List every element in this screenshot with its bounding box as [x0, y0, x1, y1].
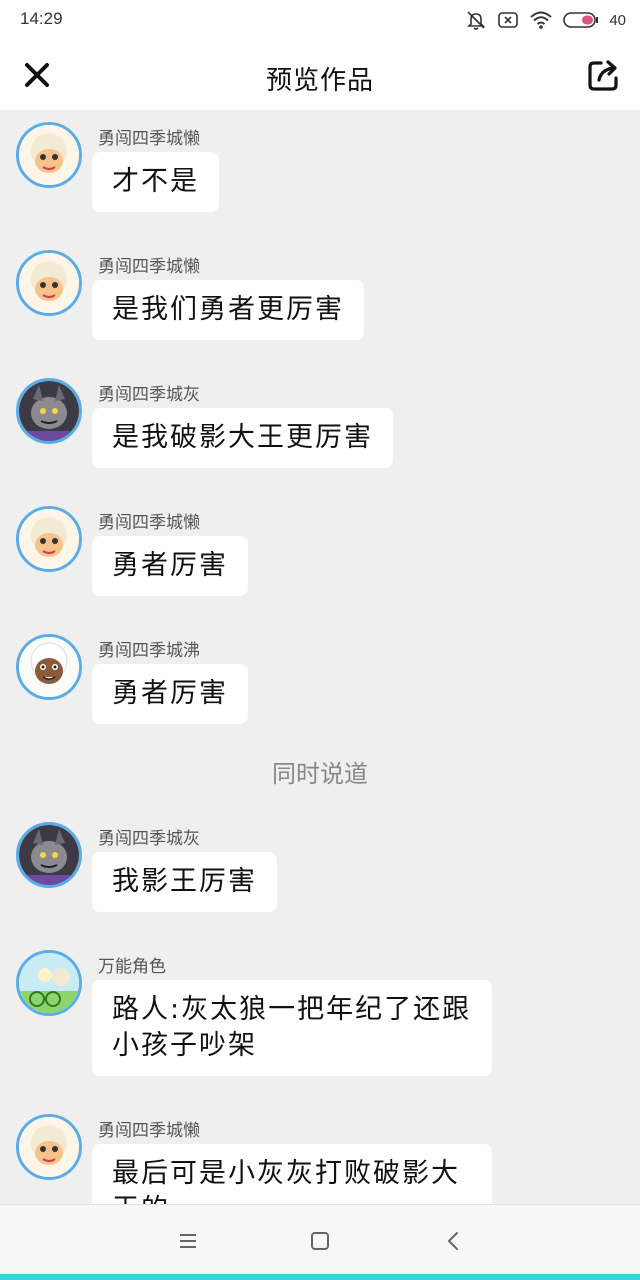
status-bar: 14:29 40 — [0, 0, 640, 40]
message-bubble[interactable]: 是我破影大王更厉害 — [92, 408, 393, 468]
status-icons: 40 — [465, 8, 626, 32]
menu-icon[interactable] — [176, 1229, 200, 1253]
back-icon[interactable] — [442, 1229, 466, 1253]
sender-name: 勇闯四季城懒 — [98, 1121, 200, 1141]
simultaneous-divider: 同时说道 — [272, 760, 368, 788]
battery-level: 40 — [609, 11, 626, 29]
fit-sheep-avatar[interactable] — [16, 634, 82, 700]
wifi-icon — [529, 10, 553, 30]
lazy-sheep-avatar[interactable] — [16, 250, 82, 316]
lazy-sheep-avatar[interactable] — [16, 506, 82, 572]
grey-wolf-avatar[interactable] — [16, 822, 82, 888]
battery-icon — [563, 11, 599, 29]
share-button[interactable] — [586, 57, 622, 93]
share-icon — [588, 60, 618, 91]
sender-name: 万能角色 — [98, 957, 166, 977]
home-icon[interactable] — [308, 1229, 332, 1253]
bell-muted-icon — [465, 9, 487, 31]
message-bubble[interactable]: 我影王厉害 — [92, 852, 277, 912]
sender-name: 勇闯四季城灰 — [98, 385, 200, 405]
bottom-accent-bar — [0, 1274, 640, 1280]
sender-name: 勇闯四季城懒 — [98, 257, 200, 277]
sender-name: 勇闯四季城灰 — [98, 829, 200, 849]
lazy-sheep-avatar[interactable] — [16, 1114, 82, 1180]
message-bubble[interactable]: 勇者厉害 — [92, 536, 248, 596]
message-bubble[interactable]: 勇者厉害 — [92, 664, 248, 724]
lazy-sheep-avatar[interactable] — [16, 122, 82, 188]
grey-wolf-avatar[interactable] — [16, 378, 82, 444]
message-bubble[interactable]: 最后可是小灰灰打败破影大王的 — [92, 1144, 492, 1204]
sender-name: 勇闯四季城懒 — [98, 129, 200, 149]
sender-name: 勇闯四季城沸 — [98, 641, 200, 661]
chat-list[interactable]: 勇闯四季城懒 才不是 勇闯四季城懒 是我们勇者更厉害 勇闯四季城灰 是我破影大王… — [0, 110, 640, 1204]
status-time: 14:29 — [20, 9, 63, 28]
notification-x-icon — [497, 10, 519, 30]
message-bubble[interactable]: 路人:灰太狼一把年纪了还跟小孩子吵架 — [92, 980, 492, 1076]
universal-role-avatar[interactable] — [16, 950, 82, 1016]
sender-name: 勇闯四季城懒 — [98, 513, 200, 533]
message-bubble[interactable]: 才不是 — [92, 152, 219, 212]
header: 预览作品 — [0, 40, 640, 110]
system-nav-bar — [0, 1204, 640, 1275]
page-title: 预览作品 — [265, 66, 374, 96]
message-bubble[interactable]: 是我们勇者更厉害 — [92, 280, 364, 340]
